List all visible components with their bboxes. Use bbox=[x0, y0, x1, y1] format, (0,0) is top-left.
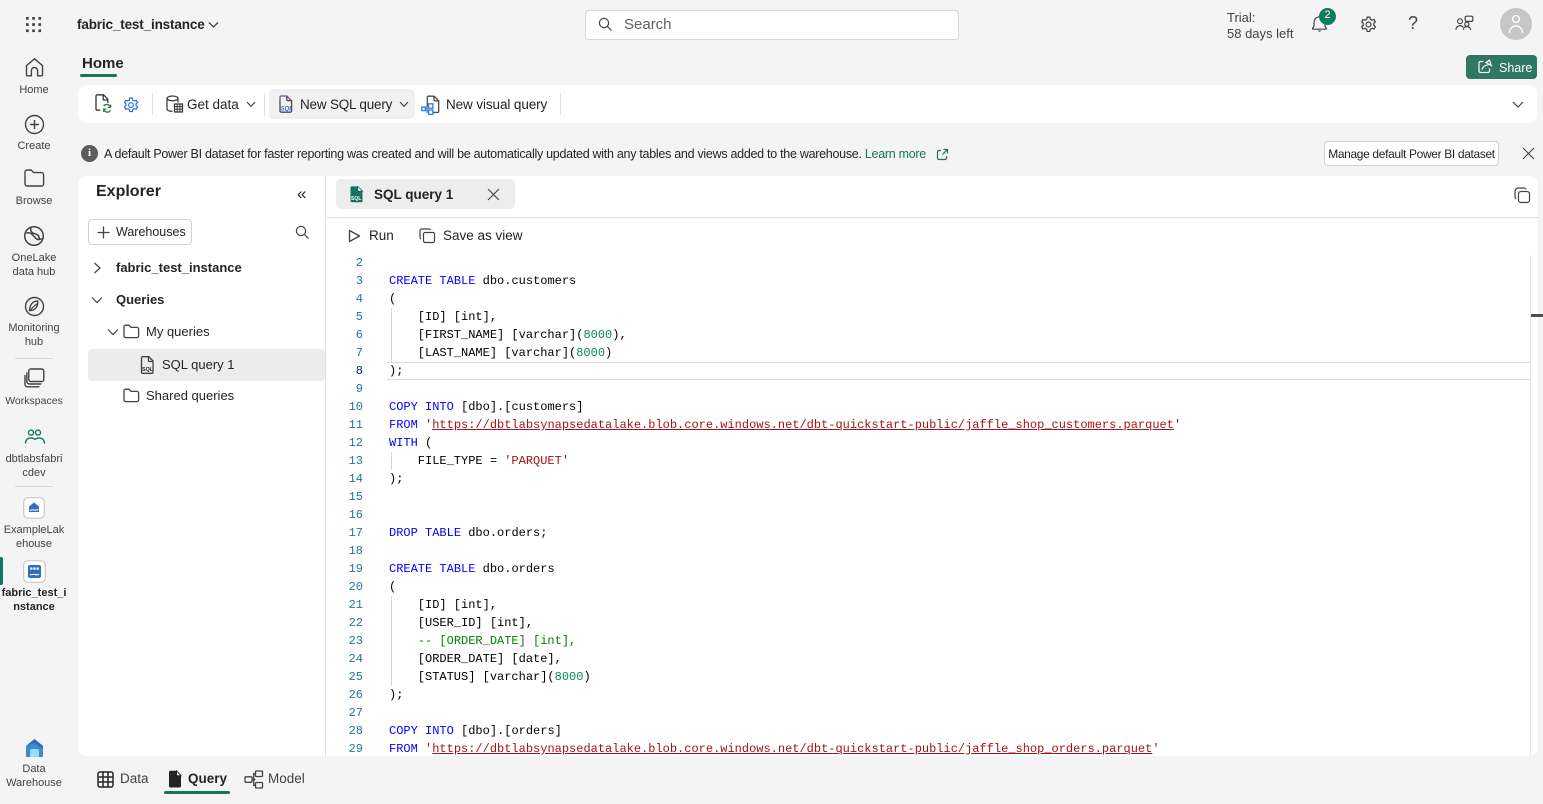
svg-text:SQL: SQL bbox=[142, 367, 154, 373]
svg-text:SQL: SQL bbox=[351, 196, 361, 202]
svg-text:SQL: SQL bbox=[281, 106, 294, 112]
